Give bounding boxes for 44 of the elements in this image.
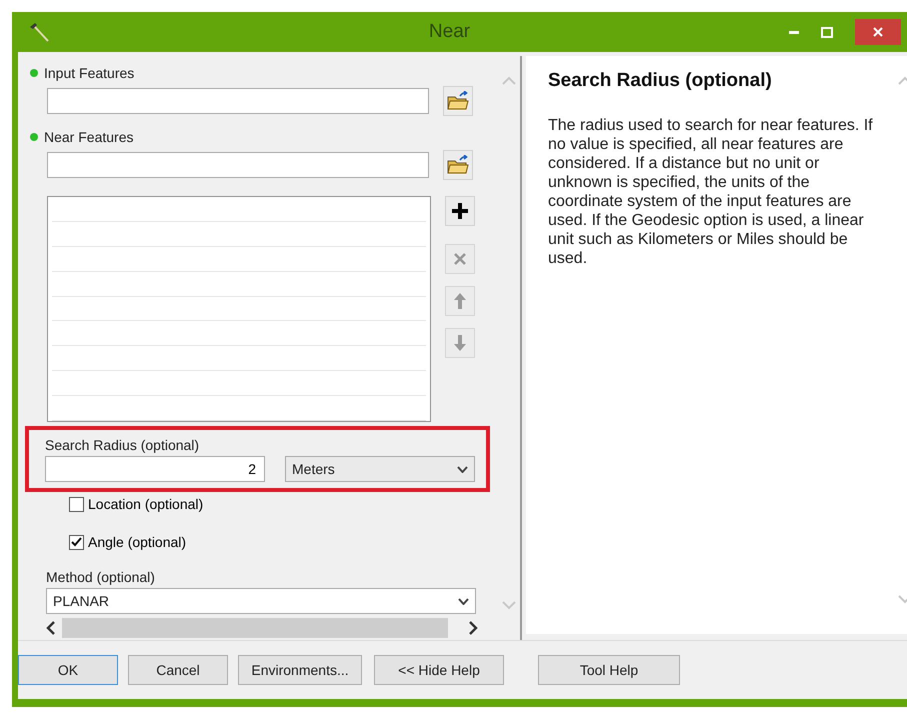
input-field[interactable]: 2 <box>45 456 265 482</box>
dialog-button[interactable]: Tool Help <box>538 655 680 685</box>
scroll-right-icon[interactable] <box>468 621 478 635</box>
arrow-down-icon <box>454 335 466 351</box>
dialog-button[interactable]: OK <box>18 655 118 685</box>
scroll-left-icon[interactable] <box>46 621 56 635</box>
parameter-label: Search Radius (optional) <box>45 436 200 454</box>
scroll-up-icon[interactable] <box>502 76 516 86</box>
minimize-icon[interactable] <box>789 30 799 34</box>
scroll-down-icon[interactable] <box>502 600 516 610</box>
caret-icon <box>458 598 469 604</box>
dialog-button[interactable]: Environments... <box>238 655 362 685</box>
help-title: Search Radius (optional) <box>548 70 773 92</box>
folder-icon <box>447 91 469 111</box>
window-title: Near <box>428 21 472 43</box>
arrow-up-icon <box>454 293 466 309</box>
parameter-label: Method (optional) <box>46 568 156 586</box>
parameter-label: Input Features <box>30 64 498 82</box>
checkbox-label: Angle (optional) <box>88 534 186 550</box>
close-icon <box>873 27 883 37</box>
browse-button[interactable] <box>443 86 473 116</box>
input-field[interactable] <box>47 88 429 114</box>
input-field[interactable] <box>47 152 429 178</box>
checkbox[interactable] <box>69 496 84 512</box>
hammer-icon <box>28 21 50 43</box>
checkmark-icon <box>71 537 82 547</box>
list-box[interactable] <box>47 196 431 422</box>
browse-button[interactable] <box>443 150 473 180</box>
maximize-icon[interactable] <box>821 26 833 38</box>
plus-icon <box>452 203 468 219</box>
add-button[interactable] <box>445 196 475 226</box>
parameter-label: Near Features <box>30 128 498 146</box>
folder-icon <box>447 155 469 175</box>
checkbox-label: Location (optional) <box>88 496 204 512</box>
checkbox[interactable] <box>69 534 84 550</box>
dialog-button[interactable]: Cancel <box>128 655 228 685</box>
method-dropdown[interactable]: PLANAR <box>46 588 476 614</box>
unit-dropdown[interactable]: Meters <box>285 456 475 482</box>
caret-icon <box>457 466 468 472</box>
close-button[interactable] <box>855 19 901 45</box>
scrollbar-thumb[interactable] <box>62 618 448 638</box>
dialog-button[interactable]: << Hide Help <box>374 655 504 685</box>
help-text: The radius used to search for near features. If no value is specified, all near features are considered. If a distance but no unit or unknown is specified, the units of the coordinate system of the input features are used. If the Geodesic option is used, a linear unit such as Kilometers or Miles should be used. <box>548 116 874 268</box>
close-icon <box>454 253 466 265</box>
